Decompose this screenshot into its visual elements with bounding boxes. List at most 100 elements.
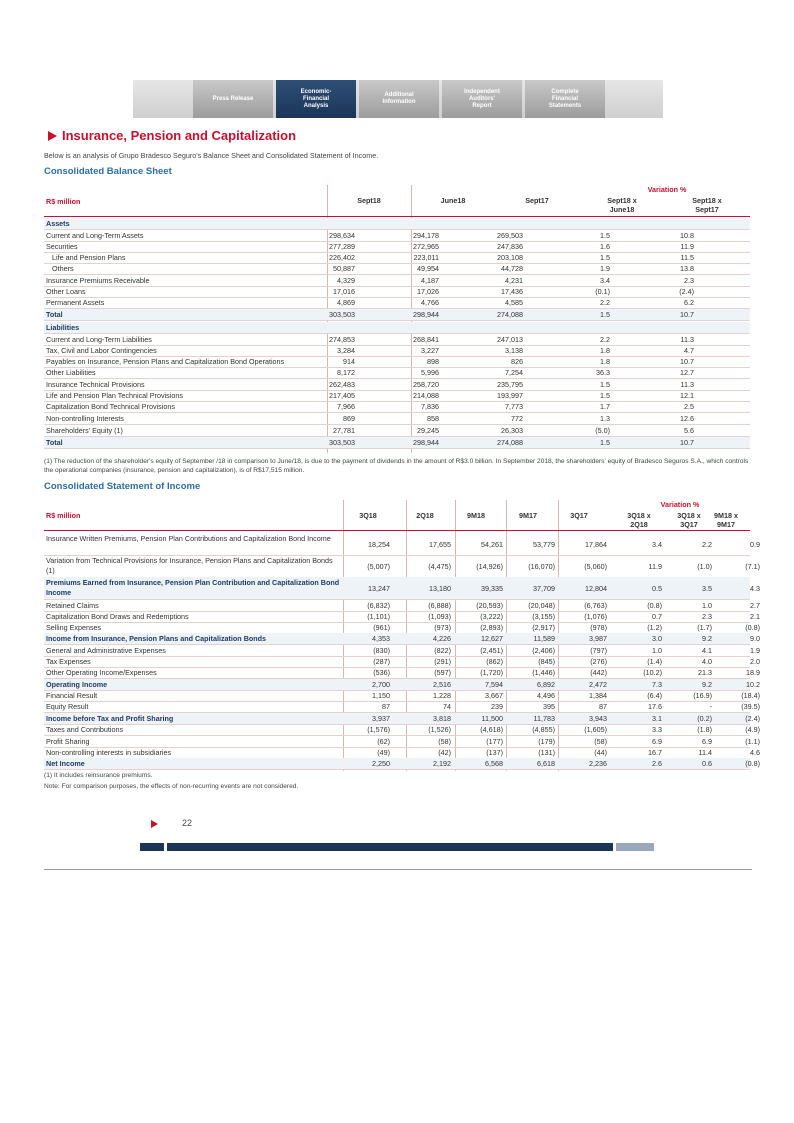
cell-value: 11.4 (698, 748, 712, 757)
cell-value: 11,500 (481, 714, 503, 723)
cell-value: 6,892 (537, 680, 555, 689)
cell-value: 268,841 (413, 335, 439, 344)
cell-value: (1,605) (584, 725, 607, 734)
tab-label: Independent Auditors' Report (464, 88, 500, 109)
row-label: Assets (46, 219, 70, 228)
cell-value: 274,088 (497, 438, 523, 447)
table-row: Operating Income 2,700 2,516 7,594 6,892 2,47… (44, 679, 760, 690)
cell-value: (961) (373, 623, 390, 632)
cell-value: 54,261 (481, 540, 503, 549)
cell-value: 13,247 (368, 584, 390, 593)
table-row: Securities 277,289 272,965 247,836 1.6 11.9 (44, 241, 750, 252)
tab-label: Economic- Financial Analysis (300, 88, 332, 109)
row-label: Insurance Technical Provisions (46, 380, 145, 389)
cell-value: 2,250 (372, 759, 390, 768)
table-row: Non-controlling Interests 869 858 772 1.3 12.… (44, 413, 750, 424)
cell-value: (137) (486, 748, 503, 757)
table-row: Income before Tax and Profit Sharing 3,93… (44, 713, 760, 724)
cell-value: 239 (491, 702, 503, 711)
cell-value: 2.6 (652, 759, 662, 768)
cell-value: 13.8 (680, 264, 694, 273)
row-label: Premiums Earned from Insurance, Pension … (46, 578, 340, 597)
cell-value: 826 (511, 357, 523, 366)
cell-value: 10.7 (680, 438, 694, 447)
cell-value: (3,155) (532, 612, 555, 621)
table-row: Other Liabilities 8,172 5,996 7,254 36.3 12.7 (44, 367, 750, 378)
row-label: Non-controlling interests in subsidiarie… (46, 748, 172, 757)
cell-value: 247,013 (497, 335, 523, 344)
table-row: Capitalization Bond Draws and Redemption… (44, 611, 760, 622)
tab-complete-financial-statements[interactable]: Complete Financial Statements (525, 80, 605, 118)
cell-value: 18.9 (746, 668, 760, 677)
cell-value: 4,226 (433, 634, 451, 643)
cell-value: 3,227 (421, 346, 439, 355)
cell-value: 1,150 (372, 691, 390, 700)
cell-value: 3,667 (485, 691, 503, 700)
cell-value: 3.1 (652, 714, 662, 723)
tab-additional-information[interactable]: Additional Information (359, 80, 439, 118)
cell-value: (4.9) (745, 725, 760, 734)
row-label: Securities (46, 242, 78, 251)
cell-value: (2,406) (532, 646, 555, 655)
cell-value: 274,853 (329, 335, 355, 344)
row-label: Other Liabilities (46, 368, 96, 377)
table-row: Tax, Civil and Labor Contingencies 3,284 3… (44, 345, 750, 356)
cell-value: (1,093) (428, 612, 451, 621)
cell-value: 2.5 (684, 402, 694, 411)
table-row: Assets (44, 218, 750, 229)
cell-value: 11.3 (680, 335, 694, 344)
cell-value: 4.1 (702, 646, 712, 655)
column-header: 2Q18 (416, 511, 434, 520)
cell-value: 53,779 (533, 540, 555, 549)
cell-value: 11,783 (533, 714, 555, 723)
footer-bar (167, 843, 613, 851)
cell-value: 50,887 (333, 264, 355, 273)
cell-value: (58) (438, 737, 451, 746)
table-row: Taxes and Contributions (1,576) (1,526) (4,… (44, 724, 760, 735)
row-label: Insurance Written Premiums, Pension Plan… (46, 534, 331, 543)
table-row: Variation from Technical Provisions for … (44, 555, 760, 577)
cell-value: 235,795 (497, 380, 523, 389)
cell-value: 3,284 (337, 346, 355, 355)
income-note-2: Note: For comparison purposes, the effec… (44, 783, 299, 790)
balance-sheet-table: R$ million Variation % Sept18 June18 Sept17 S… (44, 185, 750, 453)
cell-value: 4,231 (505, 276, 523, 285)
cell-value: 1.5 (600, 380, 610, 389)
column-header: 9M18 x 9M17 (714, 511, 738, 529)
cell-value: (1.8) (697, 725, 712, 734)
cell-value: (1,076) (584, 612, 607, 621)
balance-sheet-note: (1) The reduction of the shareholder's e… (44, 458, 749, 474)
cell-value: 2,236 (589, 759, 607, 768)
tab-press-release[interactable]: Press Release (193, 80, 273, 118)
cell-value: (5.0) (595, 426, 610, 435)
column-header: 3Q18 (359, 511, 377, 520)
tab-independent-auditors-report[interactable]: Independent Auditors' Report (442, 80, 522, 118)
cell-value: 2,472 (589, 680, 607, 689)
cell-value: 3,943 (589, 714, 607, 723)
tab-economic-financial-analysis[interactable]: Economic- Financial Analysis (276, 80, 356, 118)
row-label: General and Administrative Expenses (46, 646, 166, 655)
cell-value: (797) (590, 646, 607, 655)
row-label: Total (46, 438, 63, 447)
cell-value: 2.3 (684, 276, 694, 285)
table-row: Other Operating Income/Expenses (536) (597… (44, 667, 760, 678)
row-label: Insurance Premiums Receivable (46, 276, 150, 285)
cell-value: 303,503 (329, 310, 355, 319)
cell-value: (3,222) (480, 612, 503, 621)
cell-value: 39,335 (481, 584, 503, 593)
row-label: Tax Expenses (46, 657, 91, 666)
cell-value: (6.4) (647, 691, 662, 700)
row-label: Profit Sharing (46, 737, 90, 746)
row-label: Non-controlling Interests (46, 414, 124, 423)
cell-value: 262,483 (329, 380, 355, 389)
cell-value: 4,187 (421, 276, 439, 285)
row-label: Income before Tax and Profit Sharing (46, 714, 174, 723)
cell-value: 2,192 (433, 759, 451, 768)
cell-value: 1.9 (600, 264, 610, 273)
cell-value: 12.6 (680, 414, 694, 423)
cell-value: 3.4 (600, 276, 610, 285)
page-number: 22 (182, 818, 193, 828)
cell-value: (6,888) (428, 601, 451, 610)
cell-value: (1.2) (647, 623, 662, 632)
cell-value: 16.7 (648, 748, 662, 757)
